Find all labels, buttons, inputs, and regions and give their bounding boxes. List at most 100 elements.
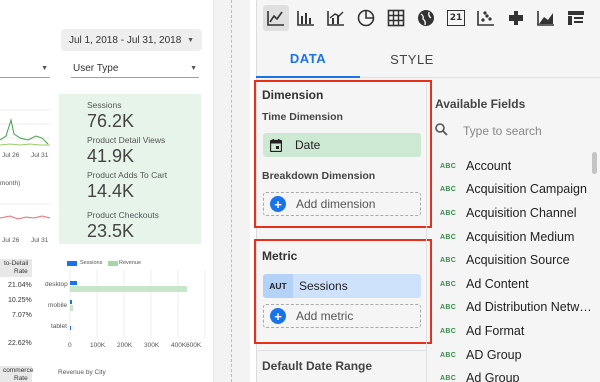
field-name: Account — [466, 159, 512, 173]
pie-chart-icon[interactable] — [353, 5, 379, 31]
text-type-badge: ABC — [440, 209, 457, 217]
category-label: desktop — [45, 281, 68, 288]
field-item[interactable]: ABC AD Group — [440, 346, 522, 364]
metric-highlight-box — [254, 239, 432, 344]
revenue-line-chart — [0, 203, 51, 220]
x-tick-label: 200K — [117, 342, 133, 349]
table-cell: 22.62% — [8, 340, 32, 347]
scorecard-label: Product Detail Views — [87, 135, 166, 145]
chevron-down-icon: ▼ — [190, 65, 197, 72]
search-placeholder: Type to search — [463, 124, 542, 138]
text-type-badge: ABC — [440, 256, 457, 264]
date-range-text: Jul 1, 2018 - Jul 31, 2018 — [69, 34, 182, 46]
field-search-input[interactable]: Type to search — [435, 120, 590, 142]
scorecard-label: Sessions — [87, 100, 122, 110]
field-name: Ad Content — [466, 277, 529, 291]
scorecard-label: Product Adds To Cart — [87, 170, 168, 180]
table-header-line: Rate — [14, 268, 28, 275]
legend-label: Revenue — [119, 260, 142, 266]
table-cell: 10.25% — [8, 297, 32, 304]
scorecard-icon[interactable]: 21 — [443, 5, 469, 31]
bar-mobile-sessions — [70, 300, 72, 304]
field-name: Acquisition Source — [466, 253, 570, 267]
field-name: Acquisition Channel — [466, 206, 577, 220]
field-name: Ad Distribution Netw… — [466, 300, 592, 314]
bullet-chart-icon[interactable] — [503, 5, 529, 31]
text-type-badge: ABC — [440, 303, 457, 311]
bar-tablet-sessions — [70, 326, 71, 330]
table-footer-line: Rate — [14, 375, 28, 382]
text-type-badge: ABC — [440, 233, 457, 241]
report-canvas: Jul 1, 2018 - Jul 31, 2018 ▼ ▼ User Type… — [0, 0, 250, 382]
user-type-filter[interactable]: User Type ▼ — [71, 62, 199, 78]
field-item[interactable]: ABC Acquisition Channel — [440, 204, 577, 222]
column-divider — [426, 84, 427, 382]
field-name: Ad Group — [466, 371, 520, 382]
bar-chart-icon[interactable] — [293, 5, 319, 31]
x-tick-label: 300K — [144, 342, 160, 349]
field-item[interactable]: ABC Ad Group — [440, 369, 520, 382]
sessions-line-chart — [0, 109, 50, 146]
combo-chart-icon[interactable] — [323, 5, 349, 31]
field-name: Acquisition Campaign — [466, 182, 587, 196]
field-item[interactable]: ABC Ad Format — [440, 322, 524, 340]
legend-swatch-revenue — [108, 261, 118, 266]
available-fields-title: Available Fields — [435, 97, 526, 111]
table-footer-line: commerce — [3, 367, 34, 374]
field-name: AD Group — [466, 348, 522, 362]
dimension-highlight-box — [254, 80, 432, 228]
panel-tabs: DATA STYLE — [256, 40, 600, 78]
chart-fragment-label: month) — [0, 180, 21, 187]
line-chart-tick-label: Jul 31 — [31, 152, 49, 159]
default-date-range-title: Default Date Range — [262, 359, 373, 373]
geo-map-icon[interactable] — [413, 5, 439, 31]
search-icon — [435, 123, 455, 139]
bar-mobile-revenue — [70, 305, 73, 311]
legend-swatch-sessions — [67, 261, 77, 266]
area-chart-icon[interactable] — [533, 5, 559, 31]
chevron-down-icon: ▼ — [187, 36, 194, 44]
table-icon[interactable] — [383, 5, 409, 31]
legend-label: Sessions — [80, 260, 103, 266]
pivot-table-icon[interactable] — [563, 5, 589, 31]
field-item[interactable]: ABC Ad Content — [440, 275, 529, 293]
field-item[interactable]: ABC Acquisition Medium — [440, 228, 574, 246]
line-chart-tick-label: Jul 26 — [2, 152, 20, 159]
fields-scrollbar[interactable] — [592, 152, 597, 174]
field-item[interactable]: ABC Account — [440, 157, 511, 175]
chart-caption: Revenue by City — [58, 369, 106, 376]
bar-desktop-revenue — [70, 286, 187, 292]
text-type-badge: ABC — [440, 280, 457, 288]
text-type-badge: ABC — [440, 162, 457, 170]
scatter-chart-icon[interactable] — [473, 5, 499, 31]
scorecard-value: 76.2K — [87, 111, 135, 131]
filter-control-left[interactable]: ▼ — [0, 62, 50, 78]
field-item[interactable]: ABC Acquisition Source — [440, 251, 570, 269]
field-name: Ad Format — [466, 324, 525, 338]
field-name: Acquisition Medium — [466, 230, 575, 244]
scorecard-icon-text: 21 — [447, 10, 465, 26]
date-range-control[interactable]: Jul 1, 2018 - Jul 31, 2018 ▼ — [61, 29, 202, 51]
text-type-badge: ABC — [440, 351, 457, 359]
page-edge-guide — [231, 0, 232, 382]
scorecard-value: 14.4K — [87, 181, 135, 201]
x-tick-label: 0 — [68, 342, 72, 349]
line-chart-tick-label: Jul 26 — [2, 237, 20, 244]
line-chart-icon[interactable] — [263, 5, 289, 31]
x-tick-label: 600K — [186, 342, 202, 349]
field-item[interactable]: ABC Ad Distribution Netw… — [440, 298, 592, 316]
tab-style[interactable]: STYLE — [360, 40, 464, 78]
text-type-badge: ABC — [440, 327, 457, 335]
scorecard-value: 41.9K — [87, 146, 135, 166]
category-label: tablet — [51, 323, 67, 330]
section-divider — [256, 350, 426, 351]
tab-data[interactable]: DATA — [256, 40, 360, 78]
report-editor: Jul 1, 2018 - Jul 31, 2018 ▼ ▼ User Type… — [0, 0, 600, 382]
chevron-down-icon: ▼ — [41, 65, 48, 72]
scorecard-value: 23.5K — [87, 221, 135, 241]
table-header-line: to-Detail — [4, 260, 29, 267]
field-item[interactable]: ABC Acquisition Campaign — [440, 180, 587, 198]
bar-desktop-sessions — [70, 281, 77, 285]
text-type-badge: ABC — [440, 374, 457, 382]
line-chart-tick-label: Jul 31 — [31, 237, 49, 244]
